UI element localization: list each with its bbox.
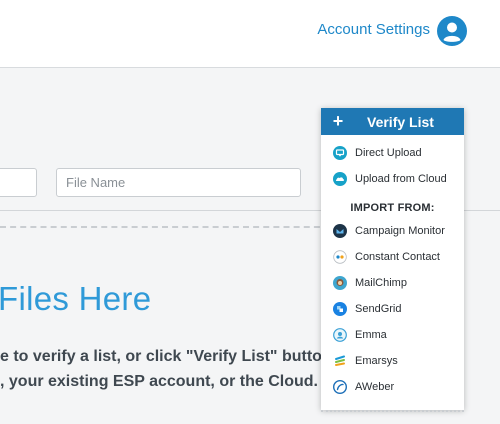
plus-icon: + (332, 111, 344, 131)
menu-item-campaign-monitor[interactable]: Campaign Monitor (321, 220, 464, 242)
menu-item-mailchimp[interactable]: MailChimp (321, 272, 464, 294)
cloud-upload-icon (333, 172, 347, 186)
constant-contact-logo (333, 250, 347, 264)
account-settings-link[interactable]: Account Settings (317, 21, 430, 38)
menu-item-label: Upload from Cloud (355, 173, 447, 185)
menu-bottom-border (321, 410, 464, 412)
emarsys-logo (335, 355, 345, 366)
file-name-field[interactable] (56, 168, 301, 197)
menu-item-aweber[interactable]: AWeber (321, 376, 464, 398)
menu-item-label: AWeber (355, 381, 395, 393)
menu-item-upload-from-cloud[interactable]: Upload from Cloud (321, 168, 464, 190)
menu-item-label: Emma (355, 329, 387, 341)
menu-item-label: Direct Upload (355, 147, 422, 159)
sendgrid-logo (333, 302, 347, 316)
import-from-heading: IMPORT FROM: (350, 202, 435, 214)
menu-item-label: MailChimp (355, 277, 407, 289)
dropzone-title: Files Here (0, 280, 152, 317)
user-avatar-icon[interactable] (437, 16, 467, 46)
monitor-icon (333, 146, 347, 160)
menu-item-label: Emarsys (355, 355, 398, 367)
list-name-field[interactable] (0, 168, 37, 197)
mailchimp-logo (333, 276, 347, 290)
menu-item-direct-upload[interactable]: Direct Upload (321, 142, 464, 164)
dropzone-instructions-line-2: , your existing ESP account, or the Clou… (0, 373, 318, 390)
campaign-monitor-logo (333, 224, 347, 238)
top-bar: Account Settings (0, 0, 500, 68)
verify-list-button[interactable]: + Verify List (321, 108, 464, 135)
dropzone-border (0, 226, 330, 228)
dropzone-instructions-line-1: e to verify a list, or click "Verify Lis… (0, 348, 332, 365)
verify-list-label: Verify List (367, 113, 434, 130)
menu-item-constant-contact[interactable]: Constant Contact (321, 246, 464, 268)
menu-item-sendgrid[interactable]: SendGrid (321, 298, 464, 320)
menu-item-emarsys[interactable]: Emarsys (321, 350, 464, 372)
menu-item-label: Constant Contact (355, 251, 440, 263)
verify-list-menu: + Verify List Direct Upload Upload from … (321, 108, 464, 410)
menu-item-emma[interactable]: Emma (321, 324, 464, 346)
aweber-logo (333, 380, 347, 394)
emma-logo (333, 328, 347, 342)
menu-item-label: Campaign Monitor (355, 225, 445, 237)
menu-item-label: SendGrid (355, 303, 402, 315)
